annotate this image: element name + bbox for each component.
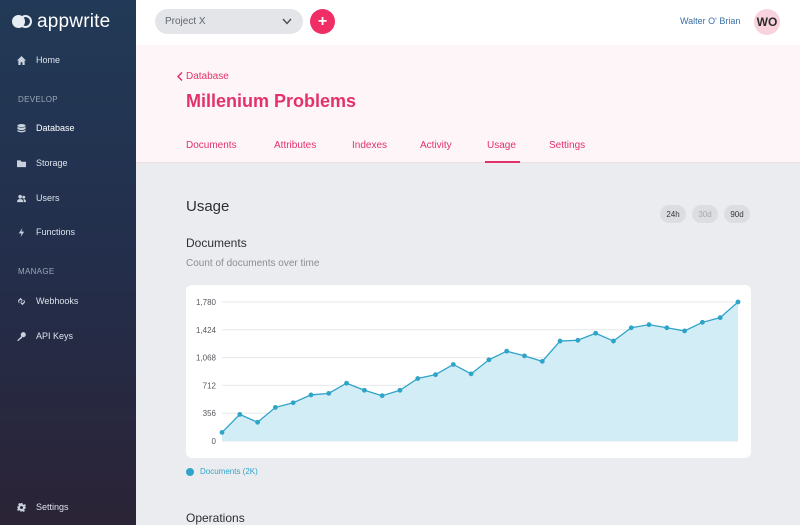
range-90d-button[interactable]: 90d [724,205,750,223]
data-point [237,412,243,417]
data-point [646,322,652,328]
active-tab-indicator [485,161,520,163]
project-select[interactable]: Project X [155,9,303,34]
sidebar-section-develop: DEVELOP [18,95,58,104]
data-point [611,338,616,344]
sidebar-item-label: Settings [36,502,69,512]
y-tick-label: 1,068 [196,354,217,363]
sidebar-item-users[interactable]: Users [0,187,136,209]
data-point [255,419,260,425]
folder-icon [17,159,26,167]
sidebar-item-home[interactable]: Home [0,49,136,71]
back-link-label: Database [186,71,229,82]
operations-section-title: Operations [186,511,245,525]
documents-chart: 0 356 712 1,068 1,424 1,780 [196,298,741,446]
data-point [415,376,421,381]
users-icon [17,194,26,202]
sidebar-item-settings[interactable]: Settings [0,496,136,518]
chevron-left-icon [177,72,183,81]
key-icon [17,331,26,341]
appwrite-logo[interactable]: appwrite [12,11,110,33]
sidebar-item-webhooks[interactable]: Webhooks [0,290,136,312]
sidebar-item-label: Home [36,55,61,65]
usage-title: Usage [186,198,230,215]
tab-settings[interactable]: Settings [549,140,585,151]
data-point [593,330,599,336]
data-point [219,430,225,435]
sidebar-item-api-keys[interactable]: API Keys [0,325,136,347]
legend-dot [186,467,194,476]
data-point [272,405,278,410]
data-point [290,400,296,406]
sidebar-item-storage[interactable]: Storage [0,152,136,174]
data-point [628,325,634,331]
data-point [664,325,670,331]
documents-section-subtitle: Count of documents over time [186,258,320,269]
page-title: Millenium Problems [186,91,357,111]
data-point [308,392,314,398]
tab-usage[interactable]: Usage [487,140,516,151]
data-point [717,315,723,321]
y-tick-label: 712 [203,381,217,390]
sidebar-item-label: Functions [36,227,76,237]
database-icon [17,123,26,132]
bolt-icon [18,227,25,237]
logo-text: appwrite [37,11,111,32]
tab-documents[interactable]: Documents [186,140,237,151]
gear-icon [17,502,26,512]
sidebar-item-label: Storage [36,158,68,168]
documents-section-title: Documents [186,236,247,250]
chart-legend[interactable]: Documents (2K) [186,467,258,476]
back-link[interactable]: Database [177,71,229,82]
home-icon [17,55,26,65]
data-point [379,393,385,399]
sidebar-item-label: Users [36,193,60,203]
series-area [222,302,738,441]
data-point [735,299,741,305]
sidebar-item-database[interactable]: Database [0,117,136,139]
data-point [361,387,367,393]
sidebar-item-label: Webhooks [36,296,79,306]
tab-attributes[interactable]: Attributes [274,140,316,151]
data-point [344,380,349,386]
range-30d-button[interactable]: 30d [692,205,718,223]
y-tick-label: 0 [212,437,217,446]
data-point [450,362,456,367]
legend-label: Documents (2K) [200,467,258,476]
avatar[interactable]: WO [754,9,780,35]
y-tick-label: 1,780 [196,298,217,307]
sidebar-item-label: API Keys [36,331,74,341]
data-point [433,372,438,378]
user-name[interactable]: Walter O' Brian [680,16,740,26]
link-icon [17,297,26,305]
documents-chart-card: 0 356 712 1,068 1,424 1,780 [186,285,751,458]
top-header: Project X + Walter O' Brian WO [136,0,800,45]
data-point [539,358,545,364]
chevron-down-icon [282,18,292,25]
page-banner: Database Millenium Problems Documents At… [136,45,800,163]
tab-indexes[interactable]: Indexes [352,140,387,151]
range-24h-button[interactable]: 24h [660,205,686,223]
data-point [682,328,688,334]
sidebar-item-functions[interactable]: Functions [0,221,136,243]
data-point [522,353,527,359]
sidebar: appwrite Home DEVELOP Database Storage U… [0,0,136,525]
sidebar-section-manage: MANAGE [18,267,55,276]
data-point [486,357,492,363]
data-point [504,348,510,354]
project-select-value: Project X [165,16,206,27]
tab-activity[interactable]: Activity [420,140,452,151]
data-point [326,390,332,396]
y-tick-label: 356 [203,409,217,418]
add-project-button[interactable]: + [310,9,335,34]
data-point [575,337,581,343]
data-point [557,338,563,344]
data-point [468,371,474,377]
logo-mark-icon [12,15,32,29]
y-tick-label: 1,424 [196,326,217,335]
sidebar-item-label: Database [36,123,75,133]
data-point [397,387,403,393]
data-point [700,319,705,325]
